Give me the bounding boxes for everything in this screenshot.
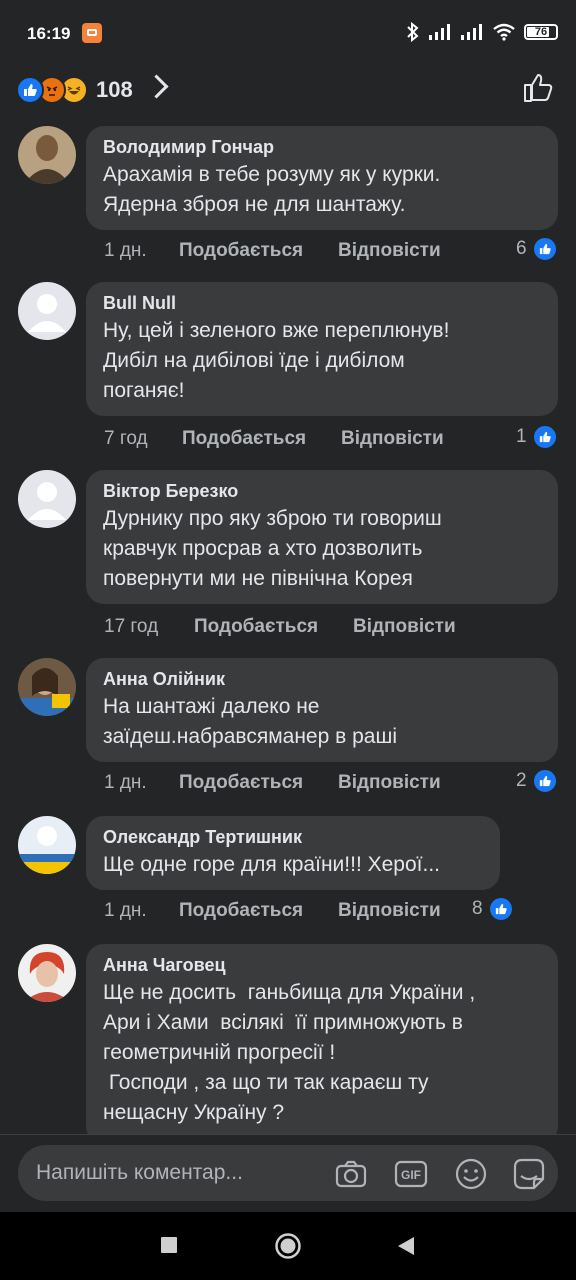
comment-like-count: 2: [516, 770, 527, 791]
recents-nav-icon[interactable]: [160, 1236, 178, 1254]
notification-icon: [82, 23, 102, 43]
avatar[interactable]: [18, 126, 76, 184]
comment-like-count: 6: [516, 238, 527, 259]
back-nav-icon[interactable]: [397, 1236, 415, 1256]
reactions-header: 108: [0, 56, 576, 126]
like-badge-icon: [487, 896, 514, 922]
like-button[interactable]: Подобається: [179, 240, 338, 262]
like-button[interactable]: Подобається: [179, 900, 338, 922]
status-icons: 76: [406, 22, 558, 42]
svg-text:GIF: GIF: [401, 1168, 421, 1182]
comment-time: 1 дн.: [104, 900, 147, 921]
bluetooth-icon: [407, 22, 419, 42]
comment-like-count: 8: [472, 898, 483, 919]
sticker-icon[interactable]: [512, 1157, 546, 1191]
comment-actions: 1 дн. Подобається Відповісти: [104, 240, 441, 262]
like-badge-icon: [531, 236, 558, 262]
gif-icon[interactable]: GIF: [394, 1157, 428, 1191]
comment-bubble[interactable]: Bull Null Ну, цей і зеленого вже переплю…: [86, 282, 558, 416]
like-button[interactable]: Подобається: [179, 772, 338, 794]
comment-actions: 17 год Подобається Відповісти: [104, 616, 456, 638]
like-button[interactable]: Подобається: [182, 428, 341, 450]
comment-time: 17 год: [104, 616, 159, 637]
comment-likes[interactable]: 8: [472, 896, 514, 922]
signal-icon: [429, 24, 450, 40]
like-badge-icon: [531, 768, 558, 794]
comment-bubble[interactable]: Анна Чаговец Ще не досить ганьбища для У…: [86, 944, 558, 1134]
reply-button[interactable]: Відповісти: [353, 616, 456, 638]
battery-icon: 76: [524, 24, 558, 40]
comment-time: 1 дн.: [104, 240, 147, 261]
status-bar: 16:19 76: [0, 0, 576, 56]
comment-bubble[interactable]: Віктор Березко Дурнику про яку зброю ти …: [86, 470, 558, 604]
comment-actions: 7 год Подобається Відповісти: [104, 428, 444, 450]
comment-like-count: 1: [516, 426, 527, 447]
wifi-icon: [493, 23, 515, 41]
reply-button[interactable]: Відповісти: [338, 900, 441, 922]
comments-list[interactable]: Володимир Гончар Арахамія в тебе розуму …: [0, 126, 576, 1134]
comment-author[interactable]: Анна Чаговец: [103, 952, 540, 978]
emoji-icon[interactable]: [454, 1157, 488, 1191]
system-nav-bar: [0, 1212, 576, 1280]
comment-bubble[interactable]: Олександр Тертишник Ще одне горе для кра…: [86, 816, 500, 890]
reply-button[interactable]: Відповісти: [338, 240, 441, 262]
comment-text: На шантажі далеко не заїдеш.набравсямане…: [103, 695, 397, 748]
comment-author[interactable]: Володимир Гончар: [103, 134, 540, 160]
comment-actions: 1 дн. Подобається Відповісти: [104, 772, 441, 794]
reactions-summary[interactable]: 108: [16, 76, 133, 104]
comment-bubble[interactable]: Анна Олійник На шантажі далеко не заїдеш…: [86, 658, 558, 762]
comment-text: Ну, цей і зеленого вже переплюнув! Дибіл…: [103, 319, 450, 402]
avatar[interactable]: [18, 282, 76, 340]
like-button[interactable]: Подобається: [194, 616, 353, 638]
reply-button[interactable]: Відповісти: [338, 772, 441, 794]
signal-icon-2: [461, 24, 482, 40]
comment-input[interactable]: Напишіть коментар... GIF: [18, 1145, 558, 1201]
comment-input-placeholder: Напишіть коментар...: [36, 1161, 243, 1184]
comment-likes[interactable]: 2: [516, 768, 558, 794]
avatar[interactable]: [18, 470, 76, 528]
comment-likes[interactable]: 6: [516, 236, 558, 262]
comment-text: Дурнику про яку зброю ти говориш кравчук…: [103, 507, 442, 590]
avatar[interactable]: [18, 944, 76, 1002]
camera-icon[interactable]: [334, 1157, 368, 1191]
comment-text: Ще одне горе для країни!!! Херої...: [103, 853, 440, 876]
comment-time: 7 год: [104, 428, 148, 449]
comment-actions: 1 дн. Подобається Відповісти: [104, 900, 441, 922]
status-time: 16:19: [27, 24, 71, 43]
comment-text: Ще не досить ганьбища для України , Ари …: [103, 981, 476, 1124]
comment-author[interactable]: Bull Null: [103, 290, 540, 316]
like-badge-icon: [531, 424, 558, 450]
comment-author[interactable]: Віктор Березко: [103, 478, 540, 504]
comment-likes[interactable]: 1: [516, 424, 558, 450]
comment-author[interactable]: Олександр Тертишник: [103, 824, 482, 850]
comment-text: Арахамія в тебе розуму як у курки. Ядерн…: [103, 163, 441, 216]
comment-author[interactable]: Анна Олійник: [103, 666, 540, 692]
comment-composer: Напишіть коментар... GIF: [0, 1134, 576, 1213]
reaction-count: 108: [96, 77, 133, 102]
comment-time: 1 дн.: [104, 772, 147, 793]
home-nav-icon[interactable]: [274, 1232, 302, 1260]
like-reaction-icon: [16, 76, 44, 104]
chevron-right-icon[interactable]: [144, 74, 169, 99]
avatar[interactable]: [18, 816, 76, 874]
battery-level: 76: [534, 26, 548, 38]
thumbs-up-icon[interactable]: [522, 72, 554, 104]
reply-button[interactable]: Відповісти: [341, 428, 444, 450]
avatar[interactable]: [18, 658, 76, 716]
comment-bubble[interactable]: Володимир Гончар Арахамія в тебе розуму …: [86, 126, 558, 230]
